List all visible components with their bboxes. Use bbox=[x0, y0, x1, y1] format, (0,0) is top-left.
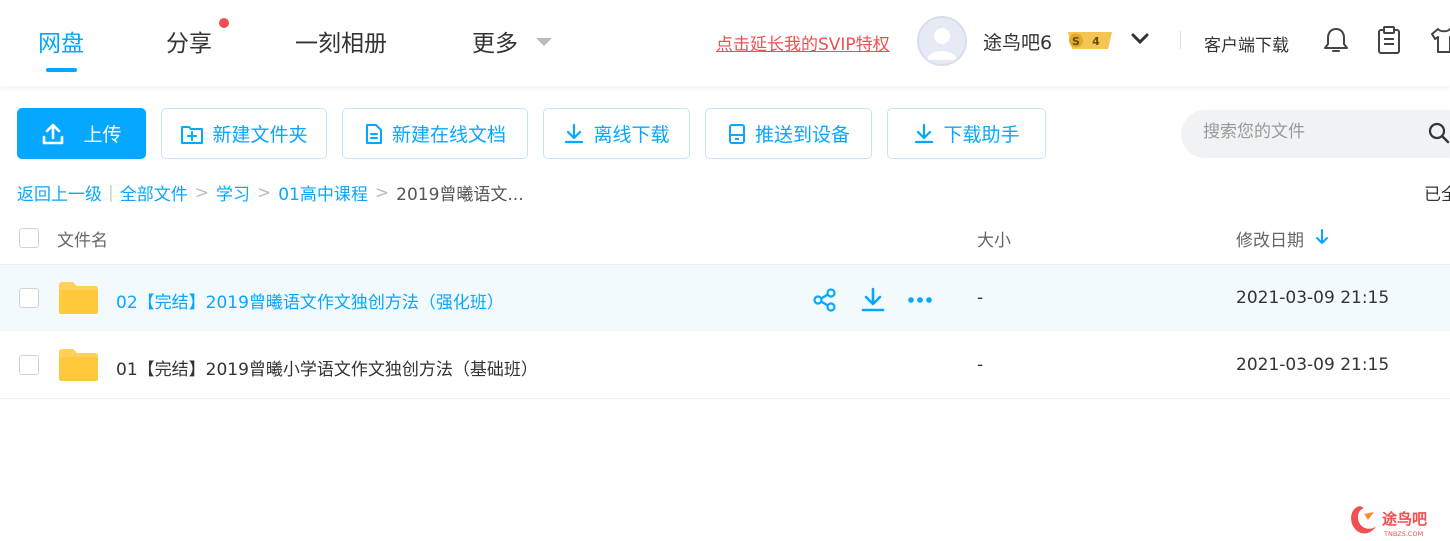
breadcrumb-item-all-files[interactable]: 全部文件 bbox=[120, 180, 188, 205]
download-icon bbox=[565, 123, 584, 143]
download-icon[interactable] bbox=[860, 287, 886, 313]
select-all-checkbox[interactable] bbox=[19, 228, 39, 248]
breadcrumb-separator: > bbox=[256, 182, 272, 203]
column-header-size[interactable]: 大小 bbox=[977, 226, 1011, 251]
new-online-doc-label: 新建在线文档 bbox=[391, 124, 506, 146]
file-date: 2021-03-09 21:15 bbox=[1236, 288, 1390, 308]
search-box bbox=[1181, 110, 1450, 158]
avatar[interactable] bbox=[917, 16, 967, 66]
sort-descending-icon[interactable] bbox=[1316, 229, 1328, 245]
badge-letter: S bbox=[1072, 35, 1080, 48]
nav-tab-more[interactable]: 更多 bbox=[472, 24, 518, 58]
notification-dot bbox=[219, 18, 229, 28]
download-helper-button[interactable]: 下载助手 bbox=[887, 108, 1046, 159]
file-name[interactable]: 01【完结】2019曾曦小学语文作文独创方法（基础班） bbox=[116, 355, 538, 380]
more-dropdown-icon[interactable] bbox=[536, 38, 552, 46]
column-header-date[interactable]: 修改日期 bbox=[1236, 226, 1304, 251]
badge-level: 4 bbox=[1092, 35, 1100, 48]
offline-download-button[interactable]: 离线下载 bbox=[543, 108, 690, 159]
breadcrumb-separator: > bbox=[374, 182, 390, 203]
loaded-count-text: 已全 bbox=[1424, 185, 1450, 205]
upload-label: 上传 bbox=[83, 124, 122, 146]
watermark-logo: 途鸟吧 TNBZS.COM bbox=[1351, 506, 1427, 538]
divider bbox=[1180, 31, 1181, 49]
device-icon bbox=[728, 123, 745, 144]
nav-tab-netdisk[interactable]: 网盘 bbox=[38, 24, 84, 58]
more-options-icon[interactable] bbox=[907, 287, 933, 313]
push-to-device-label: 推送到设备 bbox=[754, 124, 850, 146]
folder-icon bbox=[59, 349, 98, 381]
breadcrumb-separator: > bbox=[194, 182, 209, 203]
nav-tab-album[interactable]: 一刻相册 bbox=[295, 24, 387, 58]
client-download-link[interactable]: 客户端下载 bbox=[1204, 31, 1289, 56]
clipboard-icon[interactable] bbox=[1375, 25, 1403, 55]
download-icon bbox=[915, 123, 934, 143]
table-header: 文件名 大小 修改日期 bbox=[0, 216, 1450, 264]
watermark-text: 途鸟吧 bbox=[1382, 510, 1427, 528]
new-online-doc-button[interactable]: 新建在线文档 bbox=[342, 108, 528, 159]
file-date: 2021-03-09 21:15 bbox=[1236, 355, 1390, 375]
push-to-device-button[interactable]: 推送到设备 bbox=[705, 108, 872, 159]
shirt-icon[interactable] bbox=[1430, 25, 1450, 55]
download-helper-label: 下载助手 bbox=[943, 124, 1020, 146]
table-row[interactable]: 01【完结】2019曾曦小学语文作文独创方法（基础班） - 2021-03-09… bbox=[0, 332, 1450, 399]
new-folder-label: 新建文件夹 bbox=[212, 124, 308, 146]
watermark-subtext: TNBZS.COM bbox=[1383, 530, 1423, 538]
breadcrumb-divider: | bbox=[108, 182, 114, 203]
file-name[interactable]: 02【完结】2019曾曦语文作文独创方法（强化班） bbox=[116, 288, 504, 313]
nav-tab-share[interactable]: 分享 bbox=[166, 24, 212, 58]
search-input[interactable] bbox=[1203, 122, 1423, 142]
top-bar: 网盘 分享 一刻相册 更多 点击延长我的SVIP特权 途鸟吧6 S 4 客户端下… bbox=[0, 0, 1450, 86]
row-checkbox[interactable] bbox=[19, 355, 39, 375]
folder-icon bbox=[59, 282, 98, 314]
column-header-name[interactable]: 文件名 bbox=[57, 226, 108, 251]
nav-active-indicator bbox=[46, 68, 77, 72]
breadcrumb-current: 2019曾曦语文... bbox=[396, 185, 524, 205]
breadcrumb: 返回上一级 | 全部文件 > 学习 > 01高中课程 > 2019曾曦语文... bbox=[17, 180, 524, 206]
file-size: - bbox=[977, 288, 984, 308]
upload-icon bbox=[43, 123, 64, 144]
breadcrumb-item-high-school[interactable]: 01高中课程 bbox=[278, 180, 368, 205]
chevron-down-icon[interactable] bbox=[1131, 32, 1149, 46]
upload-button[interactable]: 上传 bbox=[17, 108, 146, 159]
table-row[interactable]: 02【完结】2019曾曦语文作文独创方法（强化班） - 2021-03-09 2… bbox=[0, 264, 1450, 331]
bell-icon[interactable] bbox=[1322, 25, 1350, 55]
folder-plus-icon bbox=[181, 125, 204, 144]
breadcrumb-back-link[interactable]: 返回上一级 bbox=[17, 180, 102, 205]
document-icon bbox=[365, 123, 382, 144]
new-folder-button[interactable]: 新建文件夹 bbox=[161, 108, 327, 159]
file-size: - bbox=[977, 355, 984, 375]
svip-level-badge: S 4 bbox=[1068, 32, 1112, 49]
row-checkbox[interactable] bbox=[19, 288, 39, 308]
username[interactable]: 途鸟吧6 bbox=[983, 28, 1052, 55]
offline-download-label: 离线下载 bbox=[593, 124, 670, 146]
svip-renew-link[interactable]: 点击延长我的SVIP特权 bbox=[716, 30, 890, 55]
breadcrumb-item-study[interactable]: 学习 bbox=[216, 180, 250, 205]
search-icon[interactable] bbox=[1428, 122, 1450, 144]
share-icon[interactable] bbox=[812, 287, 838, 313]
